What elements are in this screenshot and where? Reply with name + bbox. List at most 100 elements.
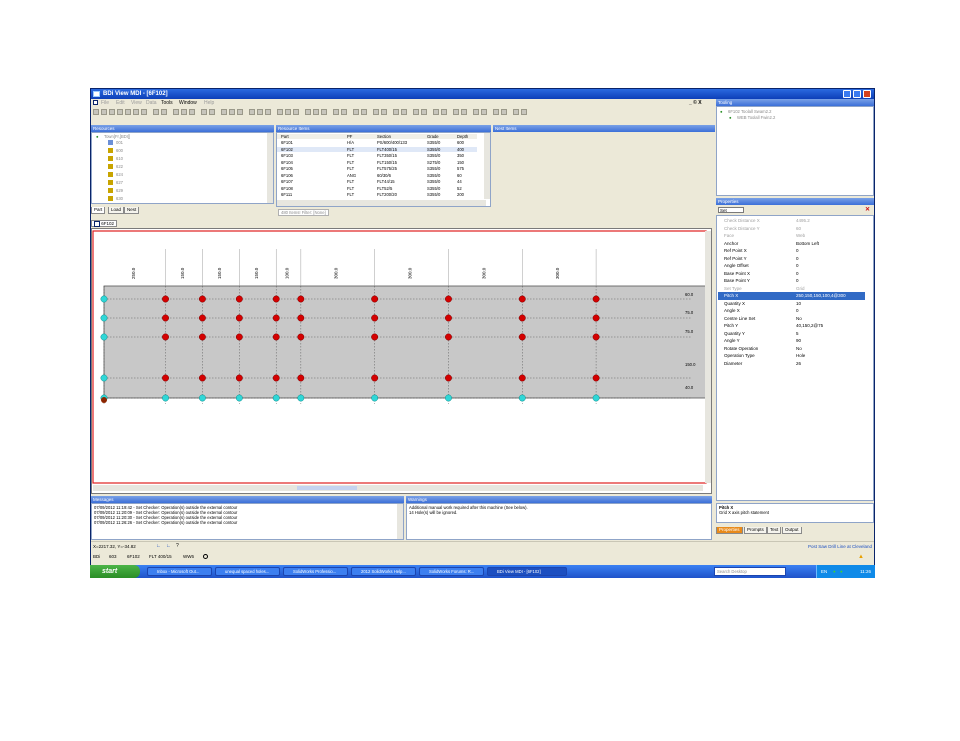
run-icon[interactable] xyxy=(473,109,479,115)
hole[interactable] xyxy=(371,333,379,341)
tooling-item[interactable]: ● WEB Toolall Fwin2.2 xyxy=(729,115,775,120)
ignored-hole[interactable] xyxy=(100,374,108,382)
table-row[interactable]: 6F104 FLT FLT150/15 S275/0 150 xyxy=(277,160,477,165)
property-row[interactable]: Angle Y 90 xyxy=(718,337,865,345)
lang-indicator[interactable]: EN xyxy=(821,565,827,578)
property-row[interactable]: Pitch Y 40,150,2@75 xyxy=(718,322,865,330)
zoom-out-icon[interactable] xyxy=(181,109,187,115)
tab-6f102[interactable]: 6F102 xyxy=(91,220,118,227)
part-drawing[interactable]: 250.0 150.0 150.0 150.0 100.0 300.0 300.0 300.0… xyxy=(92,229,711,493)
warnings-list[interactable]: Additional manual work required after th… xyxy=(406,503,712,540)
hole[interactable] xyxy=(445,314,452,322)
table-row[interactable]: 6F108 FLT FLT52/5 S355/0 52 xyxy=(277,186,477,191)
property-value[interactable]: 250,150,150,100,4@300 xyxy=(796,292,846,300)
column-section[interactable]: Section xyxy=(377,134,391,139)
undo-icon[interactable] xyxy=(153,109,159,115)
select-icon[interactable] xyxy=(209,109,215,115)
ignored-hole[interactable] xyxy=(445,394,452,402)
property-row[interactable]: Centre Line Set No xyxy=(718,315,865,323)
table-row[interactable]: 6F111 FLT FLT200/20 S355/0 200 xyxy=(277,192,477,197)
refresh-icon[interactable] xyxy=(393,109,399,115)
mirror-icon[interactable] xyxy=(305,109,311,115)
close-icon[interactable] xyxy=(863,90,871,98)
column-grade[interactable]: Grade xyxy=(427,134,439,139)
hole[interactable] xyxy=(272,295,280,303)
property-value[interactable]: Web xyxy=(796,232,805,240)
property-row[interactable]: Base Point X 0 xyxy=(718,270,865,278)
messages-list[interactable]: 07/09/2012 11:19:42 - Set Checker: Opera… xyxy=(91,503,404,540)
property-value[interactable]: 4495.2 xyxy=(796,217,810,225)
tab-properties[interactable]: Properties xyxy=(716,527,743,534)
machine-name[interactable]: Post Saw Drill Line at Cleveland xyxy=(808,544,872,549)
property-row[interactable]: Diameter 26 xyxy=(718,360,865,368)
hole[interactable] xyxy=(592,333,600,341)
property-value[interactable]: 0 xyxy=(796,255,799,263)
hole[interactable] xyxy=(198,314,206,322)
drawing-canvas[interactable]: 250.0 150.0 150.0 150.0 100.0 300.0 300.0 300.0… xyxy=(91,228,712,494)
resource-items-hscroll[interactable] xyxy=(277,200,486,206)
maximize-icon[interactable] xyxy=(853,90,861,98)
tab-text[interactable]: Text xyxy=(767,527,782,534)
desktop-search[interactable]: Search Desktop xyxy=(714,567,786,576)
hole[interactable] xyxy=(235,295,243,303)
resources-tree[interactable]: ● Town[Fr,[BDI]] 001 600 610 622 624 627… xyxy=(91,132,274,204)
hole-icon[interactable] xyxy=(221,109,227,115)
redo-icon[interactable] xyxy=(161,109,167,115)
machine-icon[interactable] xyxy=(481,109,487,115)
new-icon[interactable] xyxy=(93,109,99,115)
hole[interactable] xyxy=(198,295,206,303)
tab-part[interactable]: Part xyxy=(91,207,106,214)
menu-help[interactable]: Help xyxy=(204,99,214,107)
hole[interactable] xyxy=(297,295,305,303)
snap-icon[interactable]: ∟ xyxy=(156,543,161,549)
last-icon[interactable] xyxy=(441,109,447,115)
hole[interactable] xyxy=(297,314,305,322)
menu-window[interactable]: Window xyxy=(179,99,197,107)
hole[interactable] xyxy=(198,374,206,382)
network-icon[interactable]: ● xyxy=(833,565,836,578)
property-value[interactable]: 0 xyxy=(796,270,799,278)
hole[interactable] xyxy=(235,333,243,341)
hole[interactable] xyxy=(371,295,379,303)
options-icon[interactable] xyxy=(381,109,387,115)
property-row[interactable]: Rotate Operation No xyxy=(718,345,865,353)
property-row[interactable]: Set Type Grid xyxy=(718,285,865,293)
ignored-hole[interactable] xyxy=(162,394,169,402)
print-icon[interactable] xyxy=(117,109,123,115)
ignored-hole[interactable] xyxy=(371,394,379,402)
messages-scrollbar[interactable] xyxy=(397,504,403,539)
property-value[interactable]: 0 xyxy=(796,307,799,315)
check-icon[interactable] xyxy=(341,109,347,115)
copy-icon[interactable] xyxy=(133,109,139,115)
slot-icon[interactable] xyxy=(229,109,235,115)
table-row[interactable]: 6F101 H/A PS/600/400/133 S355/0 600 xyxy=(277,140,477,145)
resource-items-scrollbar[interactable] xyxy=(484,133,490,199)
ortho-icon[interactable]: ∟ xyxy=(166,543,171,549)
grid-icon[interactable] xyxy=(293,109,299,115)
doc-window-controls[interactable]: _ © X xyxy=(689,99,702,107)
menu-data[interactable]: Data xyxy=(146,99,157,107)
minimize-icon[interactable] xyxy=(843,90,851,98)
property-row[interactable]: Face Web xyxy=(718,232,865,240)
help-icon[interactable] xyxy=(521,109,527,115)
update-icon[interactable]: ● xyxy=(840,565,843,578)
ignored-hole[interactable] xyxy=(297,394,305,402)
dimension-icon[interactable] xyxy=(285,109,291,115)
export-icon[interactable] xyxy=(361,109,367,115)
cut-icon[interactable] xyxy=(125,109,131,115)
properties-icon[interactable] xyxy=(461,109,467,115)
nest-items-body[interactable] xyxy=(493,132,715,215)
table-row[interactable]: 6F102 FLT FLT400/15 S355/0 400 xyxy=(277,146,477,152)
ignored-hole[interactable] xyxy=(100,314,108,322)
drill-icon[interactable] xyxy=(493,109,499,115)
rotate-icon[interactable] xyxy=(313,109,319,115)
property-row[interactable]: Angle X 0 xyxy=(718,307,865,315)
hole[interactable] xyxy=(162,295,169,303)
property-value[interactable]: 90 xyxy=(796,337,801,345)
table-row[interactable]: 6F106 ANG 60/30/6 S355/0 60 xyxy=(277,173,477,178)
task-holes[interactable]: unequal spaced holes... xyxy=(215,567,280,576)
hole[interactable] xyxy=(592,295,600,303)
task-bdi-view[interactable]: BDi View MDI - [6F102] xyxy=(487,567,567,576)
mark-icon[interactable] xyxy=(237,109,243,115)
property-value[interactable]: 10 xyxy=(796,300,801,308)
